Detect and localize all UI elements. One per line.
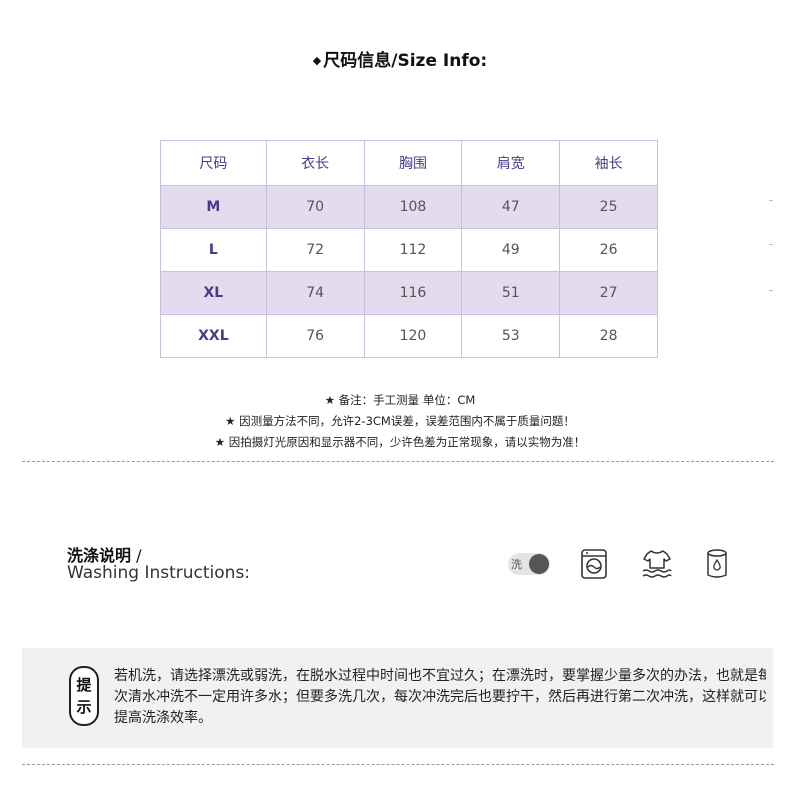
cell-chest: 108: [363, 185, 463, 229]
toggle-knob: [529, 554, 549, 574]
cell-length: 70: [265, 185, 365, 229]
diamond-marker: ◆: [312, 54, 322, 67]
table-row: L 72 112 49 26: [160, 228, 658, 272]
header-sleeve: 袖长: [559, 140, 658, 186]
tip-text: 若机洗，请选择漂洗或弱洗，在脱水过程中时间也不宜过久；在漂洗时，要掌握少量多次的…: [114, 666, 766, 729]
washing-subtitle: Washing Instructions:: [67, 563, 251, 583]
header-shoulder: 肩宽: [461, 140, 561, 186]
bleach-container-icon: [707, 549, 727, 578]
tip-badge-char: 提: [76, 676, 92, 694]
note-color: ★ 因拍摄灯光原因和显示器不同，少许色差为正常现象，请以实物为准！: [214, 435, 586, 449]
size-info-title-text: 尺码信息/Size Info:: [323, 51, 488, 71]
cell-length: 76: [265, 314, 365, 358]
cell-sleeve: 25: [559, 185, 658, 229]
tip-line: 若机洗，请选择漂洗或弱洗，在脱水过程中时间也不宜过久；在漂洗时，要掌握少量多次的…: [114, 668, 766, 684]
cell-size: L: [160, 228, 267, 272]
cell-chest: 112: [363, 228, 463, 272]
header-chest: 胸围: [363, 140, 463, 186]
cell-sleeve: 26: [559, 228, 658, 272]
edge-tick: [769, 244, 773, 245]
cell-chest: 120: [363, 314, 463, 358]
size-table-header: 尺码 衣长 胸围 肩宽 袖长: [160, 140, 658, 186]
dashed-divider: [22, 764, 774, 765]
cell-sleeve: 27: [559, 271, 658, 315]
cell-size: XXL: [160, 314, 267, 358]
washing-machine-icon: [581, 549, 607, 579]
dashed-divider: [22, 461, 774, 462]
cell-shoulder: 53: [461, 314, 561, 358]
table-row: XL 74 116 51 27: [160, 271, 658, 315]
cell-length: 72: [265, 228, 365, 272]
shirt-wash-icon: [642, 550, 672, 578]
tip-line: 次清水冲洗不一定用许多水；但要多洗几次，每次冲洗完后也要拧干，然后再进行第二次冲…: [114, 689, 766, 705]
cell-length: 74: [265, 271, 365, 315]
cell-chest: 116: [363, 271, 463, 315]
header-size: 尺码: [160, 140, 267, 186]
edge-tick: [769, 290, 773, 291]
table-row: XXL 76 120 53 28: [160, 314, 658, 358]
cell-sleeve: 28: [559, 314, 658, 358]
toggle-label: 洗: [511, 558, 522, 571]
size-info-title: ◆ 尺码信息/Size Info:: [0, 46, 800, 71]
table-row: M 70 108 47 25: [160, 185, 658, 229]
cell-shoulder: 47: [461, 185, 561, 229]
tip-badge: 提 示: [69, 666, 99, 726]
cell-size: M: [160, 185, 267, 229]
cell-shoulder: 49: [461, 228, 561, 272]
cell-size: XL: [160, 271, 267, 315]
cell-shoulder: 51: [461, 271, 561, 315]
edge-tick: [769, 200, 773, 201]
tip-box: 提 示 若机洗，请选择漂洗或弱洗，在脱水过程中时间也不宜过久；在漂洗时，要掌握少…: [22, 648, 773, 748]
size-table: 尺码 衣长 胸围 肩宽 袖长 M 70 108 47 25 L 72 112 4…: [160, 140, 658, 358]
tip-badge-char: 示: [76, 698, 92, 716]
header-length: 衣长: [265, 140, 365, 186]
note-tolerance: ★ 因测量方法不同，允许2-3CM误差，误差范围内不属于质量问题！: [225, 414, 575, 428]
note-unit: ★ 备注：手工测量 单位：CM: [324, 393, 476, 407]
tip-line: 提高洗涤效率。: [114, 710, 212, 726]
hand-wash-toggle-icon: 洗: [508, 553, 550, 575]
